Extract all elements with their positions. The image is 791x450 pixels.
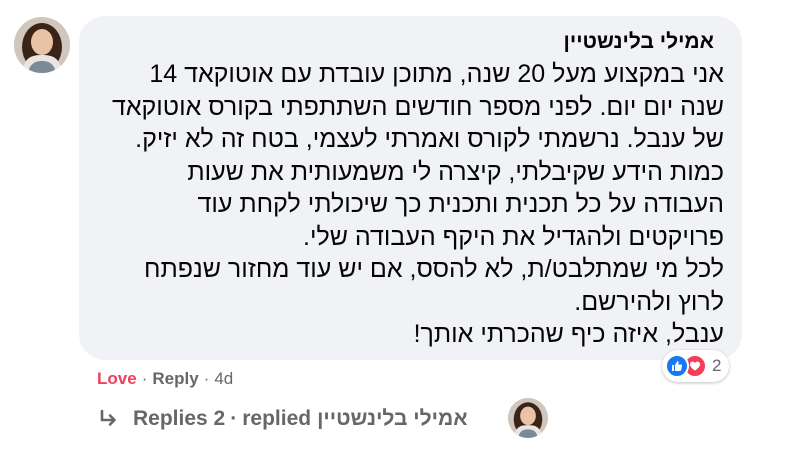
separator-dot: · bbox=[203, 369, 210, 388]
comment-body: אני במקצוע מעל 20 שנה, מתוכן עובדת עם או… bbox=[97, 58, 724, 351]
replied-text: replied bbox=[242, 407, 312, 430]
comment-author[interactable]: אמילי בלינשטיין bbox=[97, 28, 714, 56]
reply-arrow-icon bbox=[97, 407, 121, 431]
love-reaction-button[interactable]: Love bbox=[97, 368, 137, 390]
reactions-summary[interactable]: 2 bbox=[662, 350, 730, 382]
comment-line: העבודה על כל תכנית ותכנית כך שיכולתי לקח… bbox=[197, 190, 724, 218]
comment-line: פרויקטים ולהגדיל את היקף העבודה שלי. bbox=[303, 222, 724, 251]
comment-line: שנה יום יום. לפני מספר חודשים השתתפתי בק… bbox=[111, 92, 724, 121]
reply-button[interactable]: Reply bbox=[152, 368, 198, 390]
separator-dot: · bbox=[141, 369, 148, 388]
avatar-photo bbox=[14, 17, 70, 73]
like-icon bbox=[665, 354, 689, 378]
separator-dot: · bbox=[230, 407, 238, 430]
comment-line: של ענבל. נרשמתי לקורס ואמרתי לעצמי, בטח … bbox=[135, 125, 724, 153]
reply-author: אמילי בלינשטיין bbox=[317, 407, 468, 430]
view-replies-link[interactable]: Replies 2 · replied אמילי בלינשטיין bbox=[97, 405, 468, 433]
reply-avatar bbox=[508, 398, 548, 438]
comment-bubble: אמילי בלינשטיין אני במקצוע מעל 20 שנה, מ… bbox=[79, 16, 742, 360]
avatar[interactable] bbox=[14, 17, 70, 73]
reaction-count: 2 bbox=[712, 356, 722, 375]
comment-line: כמות הידע שקיבלתי, קיצרה לי משמעותית את … bbox=[187, 157, 724, 186]
comment-line: אני במקצוע מעל 20 שנה, מתוכן עובדת עם או… bbox=[149, 60, 724, 88]
replies-count-label: Replies 2 bbox=[133, 407, 226, 430]
comment-line: ענבל, איזה כיף שהכרתי אותך! bbox=[413, 320, 724, 348]
comment-actions: Love · Reply · 4d bbox=[97, 368, 233, 390]
comment-timestamp[interactable]: 4d bbox=[214, 368, 233, 390]
comment-line: לכל מי שמתלבט/ת, לא להסס, אם יש עוד מחזו… bbox=[143, 255, 724, 283]
comment-thread: אמילי בלינשטיין אני במקצוע מעל 20 שנה, מ… bbox=[0, 0, 791, 450]
avatar-photo bbox=[508, 398, 548, 438]
comment-line: לרוץ ולהירשם. bbox=[574, 287, 724, 316]
